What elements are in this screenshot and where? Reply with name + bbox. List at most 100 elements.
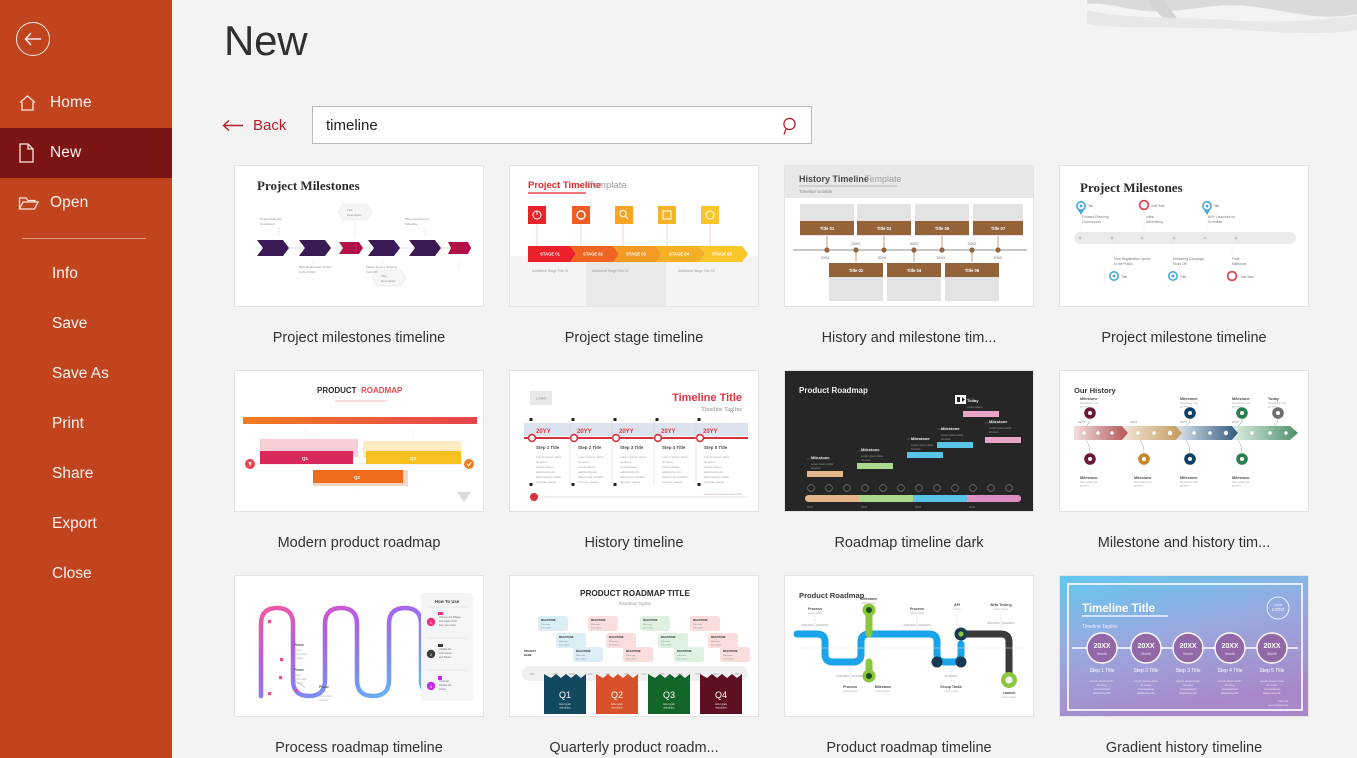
sidebar-item-print[interactable]: Print — [0, 399, 172, 449]
svg-text:Month: Month — [1267, 652, 1277, 656]
sidebar-item-open[interactable]: Open — [0, 178, 172, 228]
svg-text:Q3: Q3 — [410, 456, 417, 461]
svg-text:Milestone: Milestone — [861, 447, 880, 452]
template-card[interactable]: PRODUCT ROADMAP Q1 Q3 Q2 Modern product … — [234, 370, 484, 575]
svg-text:Visit us at: Visit us at — [1278, 700, 1289, 703]
template-card[interactable]: LOGO Timeline Title Timeline Tagline 20Y… — [509, 370, 759, 575]
svg-text:Step 4 Title: Step 4 Title — [662, 445, 686, 450]
template-thumbnail[interactable]: Our History Milestone Milestone Mileston… — [1059, 370, 1309, 512]
svg-text:sit amet,: sit amet, — [578, 460, 590, 464]
svg-text:description: description — [693, 627, 704, 630]
svg-text:Lorem ipsum: Lorem ipsum — [843, 690, 857, 693]
svg-text:20XX: 20XX — [852, 242, 861, 246]
template-thumbnail[interactable]: LOGO Timeline Title Timeline Tagline 20Y… — [509, 370, 759, 512]
svg-text:20XX: 20XX — [968, 242, 977, 246]
back-arrow-glyph — [24, 32, 41, 46]
sidebar-item-home[interactable]: Home — [0, 78, 172, 128]
svg-text:Milestone: Milestone — [1080, 476, 1098, 480]
template-thumbnail[interactable]: Project Milestones — [1059, 165, 1309, 307]
search-icon[interactable] — [777, 112, 805, 140]
sidebar-item-open-label: Open — [50, 194, 89, 211]
svg-text:adipiscing elit.: adipiscing elit. — [1263, 691, 1281, 695]
svg-text:APR: APR — [587, 673, 592, 676]
svg-text:sit amet,: sit amet, — [662, 460, 674, 464]
sidebar-item-share[interactable]: Share — [0, 449, 172, 499]
svg-text:sit amet: sit amet — [319, 699, 328, 702]
svg-text:Milestone: Milestone — [626, 654, 636, 657]
template-card[interactable]: Product Roadmap Process Milestone Process — [784, 575, 1034, 758]
back-arrow-circle-icon[interactable] — [16, 22, 50, 56]
template-card[interactable]: PRODUCT ROADMAP TITLE Roadmap Tagline MI… — [509, 575, 759, 758]
template-thumbnail[interactable]: History Timeline Template Timeline Subti… — [784, 165, 1034, 307]
template-thumbnail[interactable]: PRODUCT ROADMAP TITLE Roadmap Tagline MI… — [509, 575, 759, 717]
svg-text:Milestone: Milestone — [1232, 262, 1247, 266]
svg-text:Lorem ipsum: Lorem ipsum — [862, 602, 876, 605]
sidebar-item-info[interactable]: Info — [0, 249, 172, 299]
back-button[interactable]: Back — [222, 117, 312, 134]
template-card[interactable]: Product Roadmap Milestone Milestone Miles… — [784, 370, 1034, 575]
template-thumbnail[interactable]: Product Roadmap Milestone Milestone Miles… — [784, 370, 1034, 512]
sidebar-item-new[interactable]: New — [0, 128, 172, 178]
template-card[interactable]: History Timeline Template Timeline Subti… — [784, 165, 1034, 370]
svg-text:20XX: 20XX — [994, 256, 1003, 260]
sidebar-item-save[interactable]: Save — [0, 299, 172, 349]
template-card[interactable]: Project Timeline Template STAGE 01 STAGE… — [509, 165, 759, 370]
template-card[interactable]: Phase Phase Phase Lorem ipsum dolor sit amet… — [234, 575, 484, 758]
svg-text:20YY: 20YY — [703, 429, 718, 435]
svg-text:80% Launches on: 80% Launches on — [405, 217, 429, 221]
template-thumbnail[interactable]: Timeline Title Timeline Tagline YOUR LOG… — [1059, 575, 1309, 717]
sidebar-secondary-nav: Info Save Save As Print Share Export Clo… — [0, 249, 172, 599]
svg-text:Description text: Description text — [1080, 401, 1098, 405]
svg-text:JUL: JUL — [642, 673, 647, 676]
search-input[interactable] — [326, 107, 766, 143]
template-thumbnail[interactable]: Phase Phase Phase Lorem ipsum dolor sit amet… — [234, 575, 484, 717]
template-card[interactable]: Timeline Title Timeline Tagline YOUR LOG… — [1059, 575, 1309, 758]
svg-text:MILESTONE: MILESTONE — [643, 619, 658, 622]
template-thumbnail[interactable]: Project Milestones — [234, 165, 484, 307]
svg-text:MILESTONE: MILESTONE — [626, 650, 641, 653]
svg-text:description: description — [591, 627, 602, 630]
svg-text:20XX: 20XX — [1130, 420, 1137, 424]
history-timeline-red-thumb: LOGO Timeline Title Timeline Tagline 20Y… — [510, 371, 758, 511]
sidebar-item-close[interactable]: Close — [0, 549, 172, 599]
svg-text:Lorem: Lorem — [294, 674, 301, 677]
svg-text:Milestone: Milestone — [559, 640, 569, 643]
svg-text:PRODUCT: PRODUCT — [317, 386, 357, 395]
svg-text:Milestone: Milestone — [1080, 397, 1098, 401]
svg-text:Description text: Description text — [1180, 401, 1198, 405]
svg-text:01/01/20XX: 01/01/20XX — [945, 675, 958, 678]
svg-text:NAME: NAME — [524, 653, 532, 657]
template-card[interactable]: Project Milestones — [1059, 165, 1309, 370]
sidebar-item-save-as[interactable]: Save As — [0, 349, 172, 399]
svg-text:1: 1 — [430, 621, 432, 625]
svg-text:Q4: Q4 — [715, 690, 727, 700]
svg-text:Beta Registration Opens: Beta Registration Opens — [299, 265, 332, 269]
svg-text:Enter goals: Enter goals — [559, 703, 571, 706]
svg-text:STAGE 03: STAGE 03 — [626, 252, 647, 257]
svg-text:Completed: Completed — [260, 222, 275, 226]
svg-text:MILESTONE: MILESTONE — [677, 650, 692, 653]
svg-text:Month: Month — [1097, 652, 1107, 656]
template-thumbnail[interactable]: Project Timeline Template STAGE 01 STAGE… — [509, 165, 759, 307]
project-milestones-hex-thumb: Project Milestones Project PlanningCompl… — [235, 166, 483, 306]
svg-text:80% Launches on: 80% Launches on — [1208, 215, 1235, 219]
svg-text:Process: Process — [910, 607, 924, 611]
svg-text:Lorem ipsum: Lorem ipsum — [910, 612, 924, 615]
svg-text:2024: 2024 — [969, 505, 976, 509]
svg-text:Month: Month — [1141, 652, 1151, 656]
search-box[interactable] — [312, 106, 812, 144]
svg-text:Commences: Commences — [1082, 220, 1101, 224]
template-card[interactable]: Our History Milestone Milestone Mileston… — [1059, 370, 1309, 575]
template-thumbnail[interactable]: Product Roadmap Process Milestone Process — [784, 575, 1034, 717]
svg-text:adipiscing elit.: adipiscing elit. — [536, 470, 556, 474]
template-card[interactable]: Project Milestones — [234, 165, 484, 370]
sidebar-item-save-as-label: Save As — [52, 365, 109, 382]
svg-text:20XX: 20XX — [1180, 420, 1187, 424]
template-thumbnail[interactable]: PRODUCT ROADMAP Q1 Q3 Q2 — [234, 370, 484, 512]
sidebar-item-export[interactable]: Export — [0, 499, 172, 549]
svg-text:description: description — [541, 627, 552, 630]
svg-text:Enter goals: Enter goals — [663, 703, 675, 706]
svg-text:description: description — [711, 644, 722, 647]
svg-text:Title: Title — [381, 274, 387, 278]
svg-text:description: description — [643, 627, 654, 630]
